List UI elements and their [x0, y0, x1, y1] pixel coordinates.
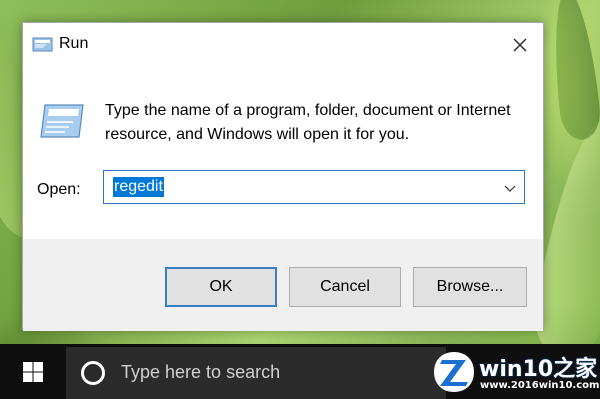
site-watermark: win10之家 www.2016win10.com — [432, 350, 600, 399]
chevron-down-icon[interactable] — [503, 181, 517, 195]
run-dialog: Run Type the name of a program, folder, … — [22, 22, 544, 331]
open-combobox[interactable]: regedit — [103, 170, 525, 204]
watermark-logo-icon — [434, 352, 474, 392]
watermark-url: www.2016win10.com — [480, 380, 600, 391]
cancel-button[interactable]: Cancel — [289, 267, 401, 307]
button-bar: OK Cancel Browse... — [23, 239, 543, 331]
open-input-value[interactable]: regedit — [113, 177, 164, 197]
windows-logo-icon — [23, 361, 43, 382]
run-icon — [32, 37, 53, 52]
close-button[interactable] — [497, 23, 543, 67]
wallpaper-leaf — [547, 0, 600, 142]
title-bar[interactable]: Run — [23, 23, 543, 67]
search-placeholder: Type here to search — [121, 362, 281, 382]
watermark-brand: win10之家 — [479, 357, 598, 382]
instruction-text: Type the name of a program, folder, docu… — [105, 102, 511, 143]
taskbar-search-box[interactable]: Type here to search — [66, 347, 446, 399]
open-label: Open: — [37, 181, 81, 198]
dialog-title: Run — [59, 35, 89, 52]
ok-button[interactable]: OK — [165, 267, 277, 307]
browse-button[interactable]: Browse... — [413, 267, 527, 307]
run-icon — [40, 104, 84, 138]
start-button[interactable] — [0, 344, 66, 399]
close-icon — [513, 38, 527, 52]
cortana-icon — [81, 361, 105, 385]
